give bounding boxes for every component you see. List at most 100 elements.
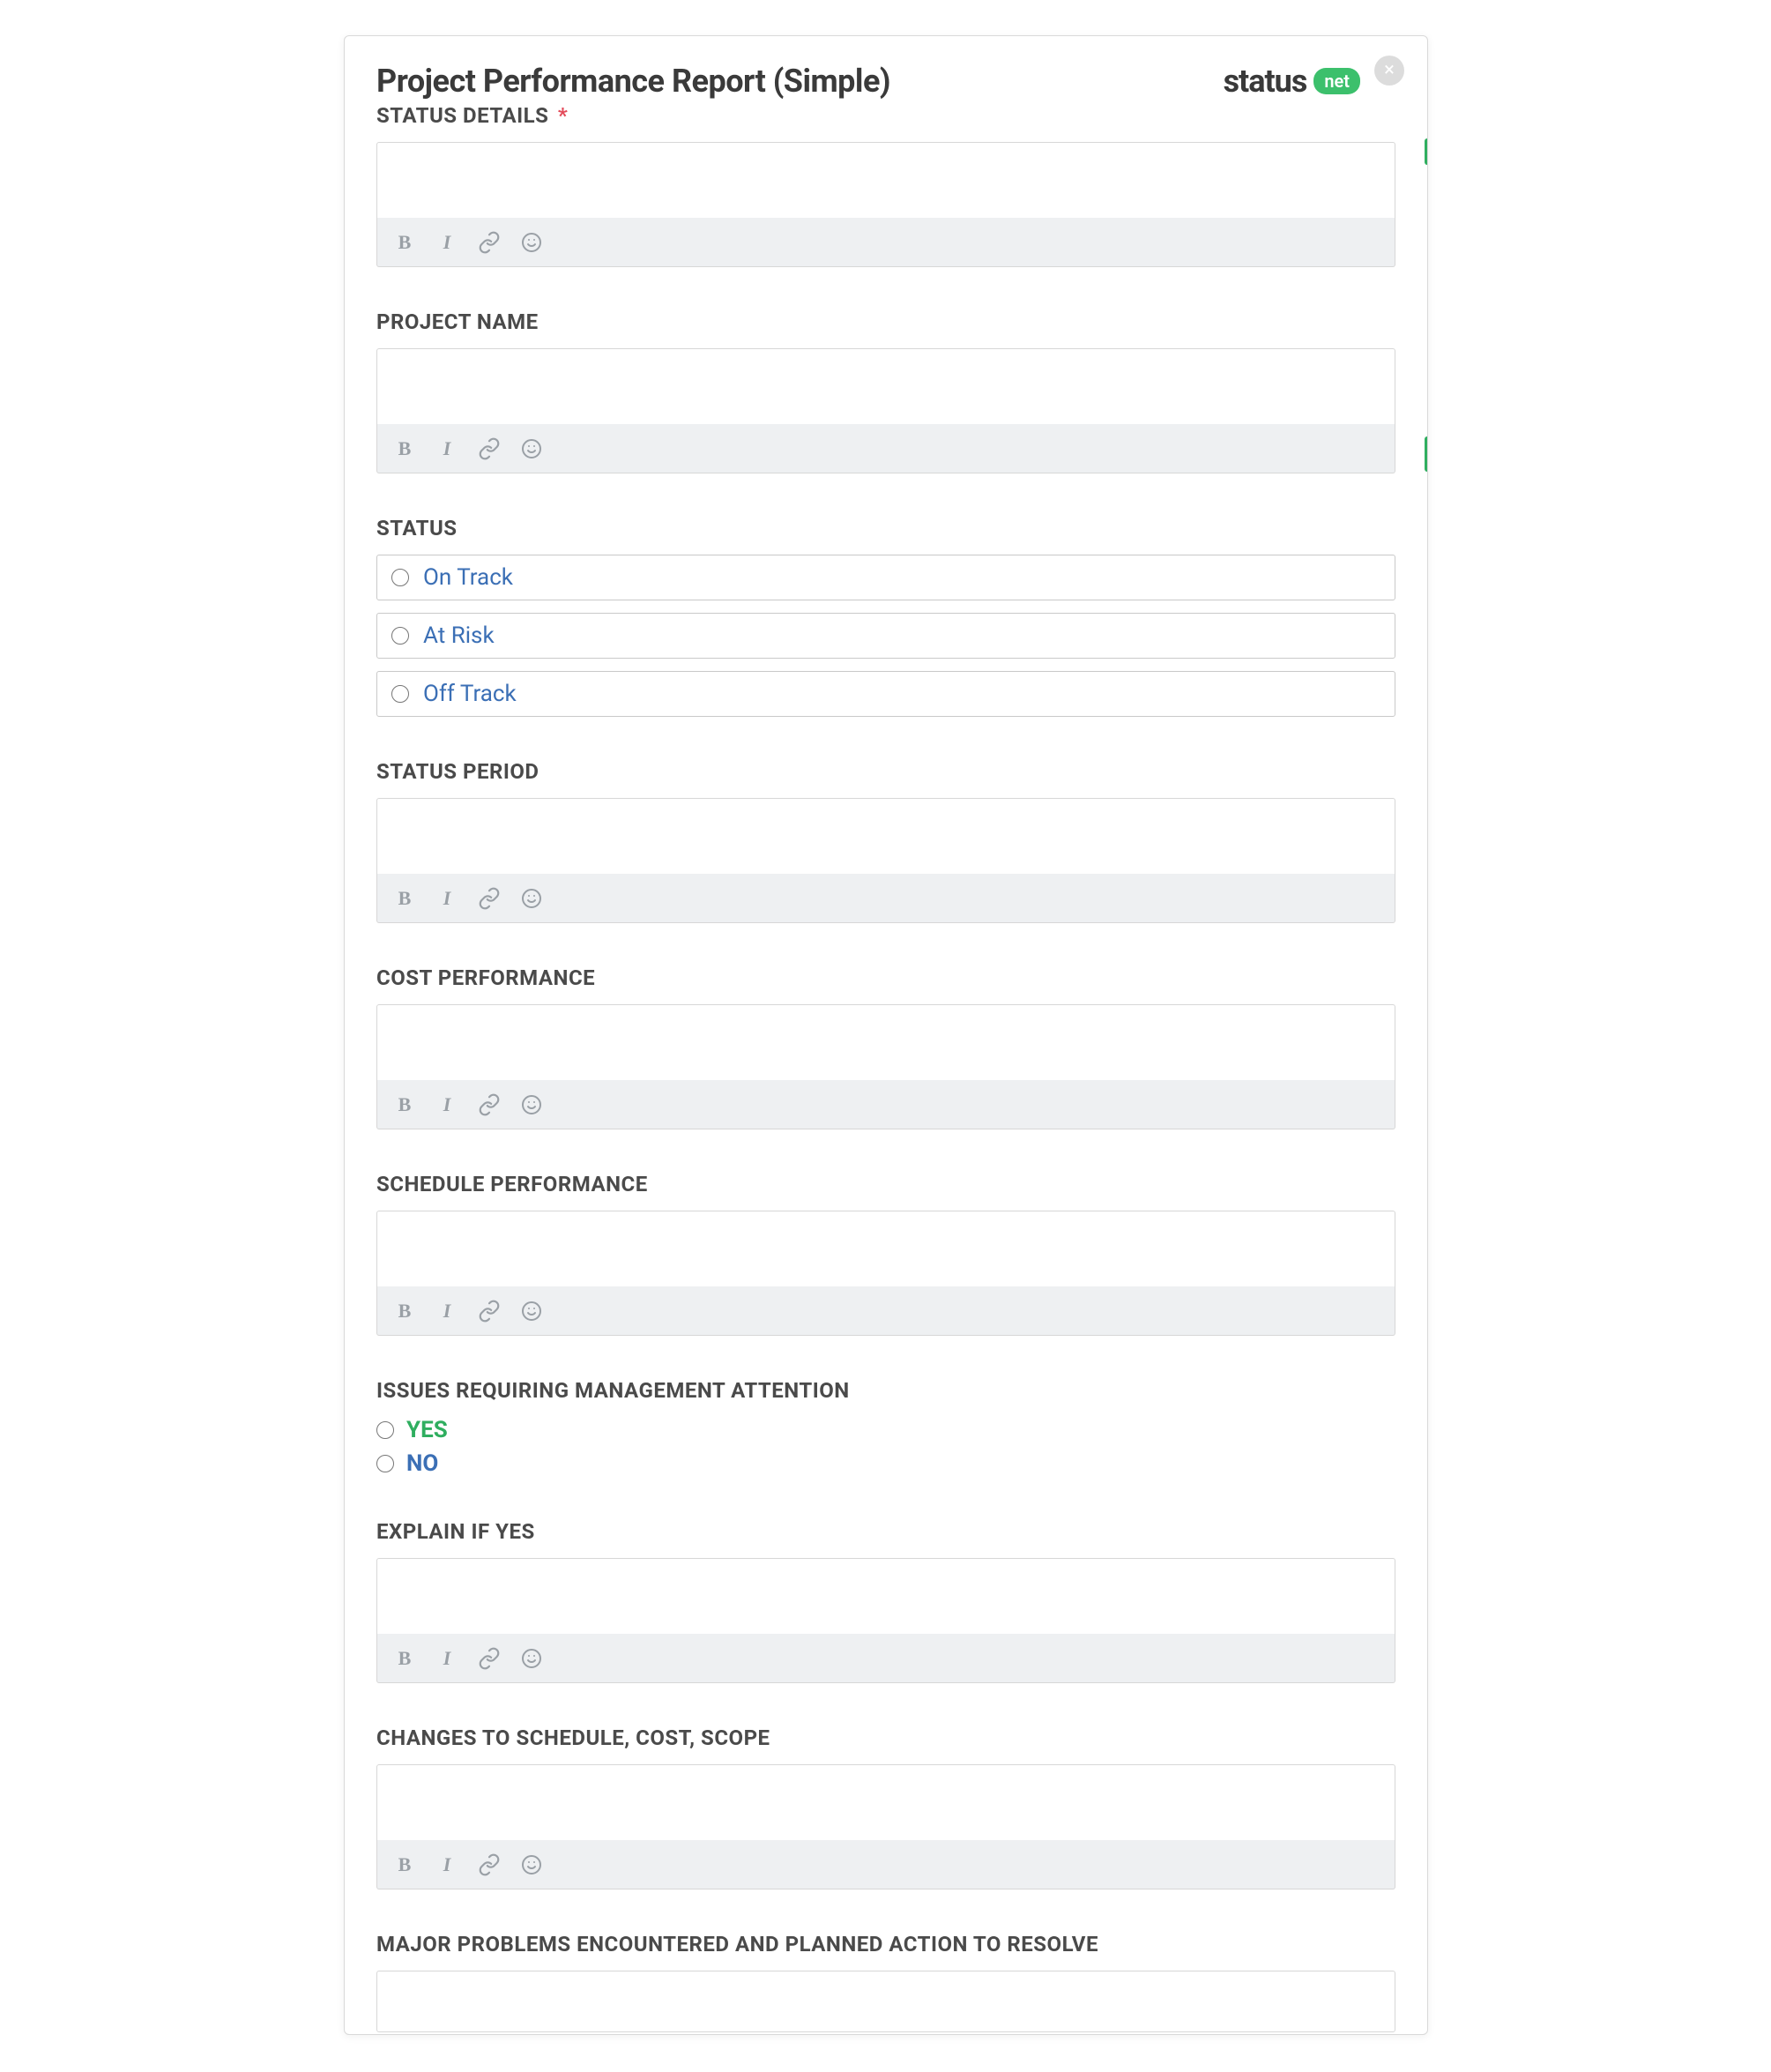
brand-badge: net [1313, 68, 1360, 94]
link-icon [478, 1300, 501, 1323]
emoji-button[interactable] [520, 887, 543, 910]
link-button[interactable] [478, 1300, 501, 1323]
explain-if-yes-input[interactable] [376, 1558, 1395, 1634]
side-strip-accent [1425, 436, 1428, 472]
link-icon [478, 437, 501, 460]
status-option-off-track[interactable]: Off Track [376, 671, 1395, 717]
emoji-button[interactable] [520, 1647, 543, 1670]
status-option-label: On Track [423, 564, 513, 591]
rte-toolbar: B I [376, 1634, 1395, 1683]
smile-icon [521, 1301, 542, 1322]
label-changes: CHANGES TO SCHEDULE, COST, SCOPE [376, 1725, 1395, 1750]
status-radio[interactable] [391, 569, 409, 586]
status-option-label: At Risk [423, 622, 495, 649]
rte-schedule-performance: B I [376, 1211, 1395, 1336]
status-option-label: Off Track [423, 681, 517, 707]
label-status-period: STATUS PERIOD [376, 759, 1395, 784]
side-strip-accent [1425, 138, 1428, 165]
link-icon [478, 231, 501, 254]
link-icon [478, 1093, 501, 1116]
bold-button[interactable]: B [393, 1647, 416, 1670]
project-name-input[interactable] [376, 348, 1395, 424]
issues-radio-group: YES NO [376, 1417, 1395, 1477]
link-button[interactable] [478, 1647, 501, 1670]
emoji-button[interactable] [520, 1300, 543, 1323]
italic-button[interactable]: I [435, 437, 458, 460]
issues-option-label: YES [406, 1417, 448, 1443]
italic-button[interactable]: I [435, 1093, 458, 1116]
italic-button[interactable]: I [435, 231, 458, 254]
brand-text: status [1224, 63, 1307, 100]
link-button[interactable] [478, 1093, 501, 1116]
issues-option-no[interactable]: NO [376, 1450, 1395, 1477]
emoji-button[interactable] [520, 437, 543, 460]
link-icon [478, 1647, 501, 1670]
status-radio-group: On Track At Risk Off Track [376, 555, 1395, 717]
close-icon: × [1384, 59, 1395, 81]
emoji-button[interactable] [520, 1853, 543, 1876]
status-radio[interactable] [391, 627, 409, 645]
italic-button[interactable]: I [435, 1300, 458, 1323]
smile-icon [521, 1854, 542, 1875]
smile-icon [521, 1094, 542, 1115]
italic-button[interactable]: I [435, 1647, 458, 1670]
status-period-input[interactable] [376, 798, 1395, 874]
close-button[interactable]: × [1374, 56, 1404, 86]
rte-status-details: B I [376, 142, 1395, 267]
label-schedule-performance: SCHEDULE PERFORMANCE [376, 1172, 1395, 1196]
modal-panel: × Project Performance Report (Simple) st… [344, 35, 1428, 2035]
rte-toolbar: B I [376, 1840, 1395, 1889]
label-cost-performance: COST PERFORMANCE [376, 965, 1395, 990]
link-button[interactable] [478, 1853, 501, 1876]
italic-button[interactable]: I [435, 1853, 458, 1876]
label-project-name: PROJECT NAME [376, 309, 1395, 334]
emoji-button[interactable] [520, 231, 543, 254]
schedule-performance-input[interactable] [376, 1211, 1395, 1286]
major-problems-input[interactable] [376, 1971, 1395, 2032]
issues-radio[interactable] [376, 1421, 394, 1439]
label-major-problems: MAJOR PROBLEMS ENCOUNTERED AND PLANNED A… [376, 1932, 1395, 1956]
changes-input[interactable] [376, 1764, 1395, 1840]
issues-option-label: NO [406, 1450, 438, 1477]
status-option-on-track[interactable]: On Track [376, 555, 1395, 600]
rte-major-problems [376, 1971, 1395, 2032]
smile-icon [521, 1648, 542, 1669]
status-details-input[interactable] [376, 142, 1395, 218]
smile-icon [521, 232, 542, 253]
rte-toolbar: B I [376, 1286, 1395, 1336]
smile-icon [521, 438, 542, 459]
emoji-button[interactable] [520, 1093, 543, 1116]
header-row: Project Performance Report (Simple) stat… [376, 63, 1395, 100]
bold-button[interactable]: B [393, 1853, 416, 1876]
link-button[interactable] [478, 887, 501, 910]
link-icon [478, 887, 501, 910]
issues-option-yes[interactable]: YES [376, 1417, 1395, 1443]
rte-project-name: B I [376, 348, 1395, 473]
rte-changes: B I [376, 1764, 1395, 1889]
page-title: Project Performance Report (Simple) [376, 63, 890, 100]
bold-button[interactable]: B [393, 887, 416, 910]
rte-status-period: B I [376, 798, 1395, 923]
italic-button[interactable]: I [435, 887, 458, 910]
smile-icon [521, 888, 542, 909]
issues-radio[interactable] [376, 1455, 394, 1472]
label-status: STATUS [376, 516, 1395, 540]
bold-button[interactable]: B [393, 1300, 416, 1323]
required-star-icon: * [558, 103, 568, 128]
bold-button[interactable]: B [393, 231, 416, 254]
cost-performance-input[interactable] [376, 1004, 1395, 1080]
bold-button[interactable]: B [393, 437, 416, 460]
link-button[interactable] [478, 437, 501, 460]
label-text: STATUS DETAILS [376, 103, 548, 128]
label-status-details: STATUS DETAILS * [376, 103, 1395, 128]
rte-toolbar: B I [376, 218, 1395, 267]
link-icon [478, 1853, 501, 1876]
rte-toolbar: B I [376, 424, 1395, 473]
bold-button[interactable]: B [393, 1093, 416, 1116]
link-button[interactable] [478, 231, 501, 254]
status-option-at-risk[interactable]: At Risk [376, 613, 1395, 659]
modal-content: Project Performance Report (Simple) stat… [345, 36, 1427, 2035]
status-radio[interactable] [391, 685, 409, 703]
brand-logo: status net [1224, 63, 1360, 100]
rte-toolbar: B I [376, 874, 1395, 923]
